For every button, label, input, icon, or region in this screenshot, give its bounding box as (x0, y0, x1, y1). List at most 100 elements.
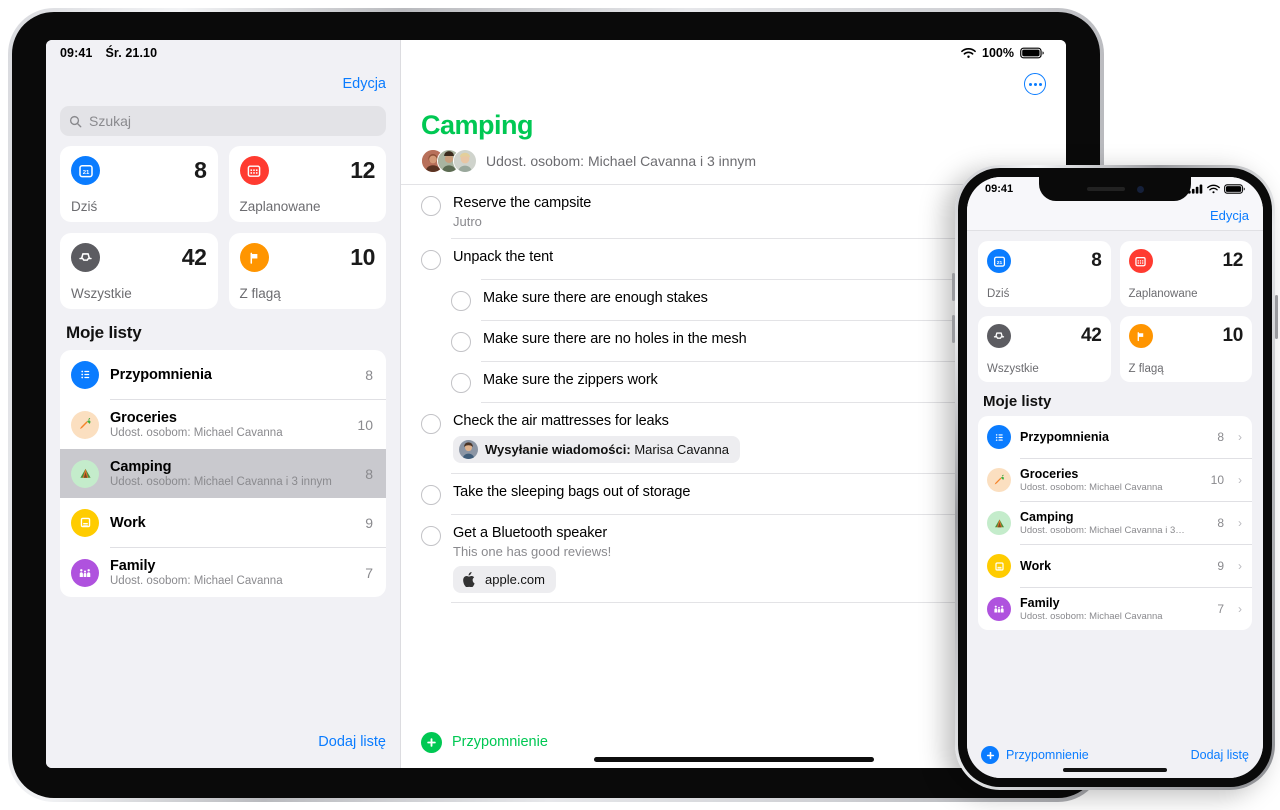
chip-label: Wysyłanie wiadomości: Marisa Cavanna (485, 442, 729, 457)
sidebar-list-camping[interactable]: Camping Udost. osobom: Michael Cavanna i… (60, 449, 386, 498)
avatar-group[interactable] (421, 149, 477, 173)
notch (1039, 177, 1191, 201)
my-lists-heading: Moje listy (983, 393, 1052, 410)
wifi-icon (1207, 184, 1220, 194)
reminder-checkbox[interactable] (451, 373, 471, 393)
smart-card-label: Wszystkie (71, 286, 132, 301)
reminder-checkbox[interactable] (451, 291, 471, 311)
list-count: 10 (357, 416, 373, 433)
my-lists-container: Przypomnienia 8 Groceries Udost. osobom:… (60, 350, 386, 597)
smart-card-count: 42 (181, 244, 207, 270)
detail-toolbar (401, 66, 1066, 102)
book-icon (71, 508, 99, 537)
smart-card-count: 12 (1222, 250, 1243, 271)
reminder-checkbox[interactable] (421, 414, 441, 434)
list-count: 9 (1217, 559, 1224, 573)
chevron-right-icon: › (1238, 602, 1242, 616)
volume-up-button[interactable] (952, 273, 955, 301)
iphone-device: 09:41 Edycja 21 8 Dziś 12 Zaplanowane 42… (952, 165, 1278, 790)
status-time: 09:41 (985, 183, 1014, 195)
list-subtitle: Udost. osobom: Michael Cavanna (110, 575, 283, 587)
smart-card-label: Zaplanowane (1128, 288, 1198, 300)
ipad-device: 09:41 Śr. 21.10 Edycja Szukaj 21 8 Dziś … (8, 8, 1104, 802)
inbox-tray-icon (987, 324, 1011, 348)
svg-text:21: 21 (82, 169, 89, 175)
link-chip[interactable]: apple.com (453, 566, 556, 593)
list-title: Work (1020, 559, 1052, 573)
volume-down-button[interactable] (952, 315, 955, 343)
battery-percent: 100% (982, 46, 1014, 60)
smart-card-label: Zaplanowane (239, 199, 321, 214)
calendar-day-icon: 21 (987, 249, 1011, 273)
power-button[interactable] (1275, 295, 1278, 339)
list-count: 8 (1217, 430, 1224, 444)
sidebar-list-work[interactable]: Work 9 (60, 498, 386, 547)
smart-card-label: Dziś (71, 199, 98, 214)
reminder-checkbox[interactable] (451, 332, 471, 352)
smart-card-count: 10 (1222, 325, 1243, 346)
list-title: Family (110, 558, 156, 574)
smart-card-all[interactable]: 42 Wszystkie (978, 316, 1111, 382)
edit-button[interactable]: Edycja (1210, 208, 1249, 223)
add-reminder-button[interactable]: Przypomnienie (981, 746, 1089, 764)
list-title: Przypomnienia (110, 366, 212, 383)
plus-icon (421, 731, 442, 753)
chip-label-bold: Wysyłanie wiadomości: (485, 442, 631, 457)
smart-card-count: 8 (194, 157, 207, 183)
iphone-list-przypomnienia[interactable]: Przypomnienia 8 › (978, 416, 1252, 458)
smart-card-flagged[interactable]: 10 Z flagą (1119, 316, 1252, 382)
list-bullet-icon (71, 360, 99, 389)
chevron-right-icon: › (1238, 430, 1242, 444)
add-list-button[interactable]: Dodaj listę (318, 734, 386, 750)
chevron-right-icon: › (1238, 516, 1242, 530)
reminder-checkbox[interactable] (421, 196, 441, 216)
flag-icon (239, 243, 269, 272)
family-icon (71, 558, 99, 587)
ipad-bezel: 09:41 Śr. 21.10 Edycja Szukaj 21 8 Dziś … (12, 12, 1100, 798)
edit-button[interactable]: Edycja (342, 76, 386, 92)
smart-card-flagged[interactable]: 10 Z flagą (228, 233, 386, 309)
add-list-button[interactable]: Dodaj listę (1191, 748, 1249, 762)
iphone-smart-lists-grid: 21 8 Dziś 12 Zaplanowane 42 Wszystkie 10… (967, 231, 1263, 382)
smart-card-scheduled[interactable]: 12 Zaplanowane (1119, 241, 1252, 307)
status-date: Śr. 21.10 (105, 46, 158, 60)
sidebar-list-family[interactable]: Family Udost. osobom: Michael Cavanna 7 (60, 548, 386, 597)
search-input[interactable]: Szukaj (60, 106, 386, 136)
messaging-status-chip[interactable]: Wysyłanie wiadomości: Marisa Cavanna (453, 436, 740, 463)
list-subtitle: Udost. osobom: Michael Cavanna i 3 innym (110, 476, 332, 488)
list-count: 8 (1217, 516, 1224, 530)
book-icon (987, 554, 1011, 578)
calendar-day-icon: 21 (71, 156, 100, 185)
list-count: 9 (365, 514, 373, 531)
smart-card-today[interactable]: 21 8 Dziś (60, 146, 218, 222)
smart-card-scheduled[interactable]: 12 Zaplanowane (228, 146, 386, 222)
list-bullet-icon (987, 425, 1011, 449)
smart-card-label: Z flagą (239, 286, 281, 301)
iphone-list-camping[interactable]: Camping Udost. osobom: Michael Cavanna i… (978, 502, 1252, 544)
sidebar-navbar: Edycja (46, 66, 400, 102)
avatar (453, 149, 477, 173)
page-title: Camping (421, 110, 534, 140)
list-title: Family (1020, 596, 1060, 610)
reminder-checkbox[interactable] (421, 485, 441, 505)
home-indicator (593, 757, 874, 762)
reminder-checkbox[interactable] (421, 526, 441, 546)
speaker-icon (1086, 187, 1125, 191)
iphone-list-family[interactable]: Family Udost. osobom: Michael Cavanna 7 … (978, 588, 1252, 630)
iphone-list-work[interactable]: Work 9 › (978, 545, 1252, 587)
iphone-list-groceries[interactable]: Groceries Udost. osobom: Michael Cavanna… (978, 459, 1252, 501)
smart-card-today[interactable]: 21 8 Dziś (978, 241, 1111, 307)
add-reminder-button[interactable]: Przypomnienie (421, 731, 548, 753)
list-title: Groceries (110, 410, 177, 426)
chip-label-rest: Marisa Cavanna (630, 442, 729, 457)
smart-card-all[interactable]: 42 Wszystkie (60, 233, 218, 309)
wifi-icon (961, 48, 976, 58)
carrot-icon (71, 410, 99, 439)
sidebar-list-przypomnienia[interactable]: Przypomnienia 8 (60, 350, 386, 399)
battery-icon (1020, 47, 1044, 59)
sidebar-list-groceries[interactable]: Groceries Udost. osobom: Michael Cavanna… (60, 400, 386, 449)
more-options-icon[interactable] (1024, 73, 1046, 95)
reminder-checkbox[interactable] (421, 250, 441, 270)
status-time: 09:41 (60, 46, 93, 60)
ipad-sidebar: 09:41 Śr. 21.10 Edycja Szukaj 21 8 Dziś … (46, 40, 401, 768)
